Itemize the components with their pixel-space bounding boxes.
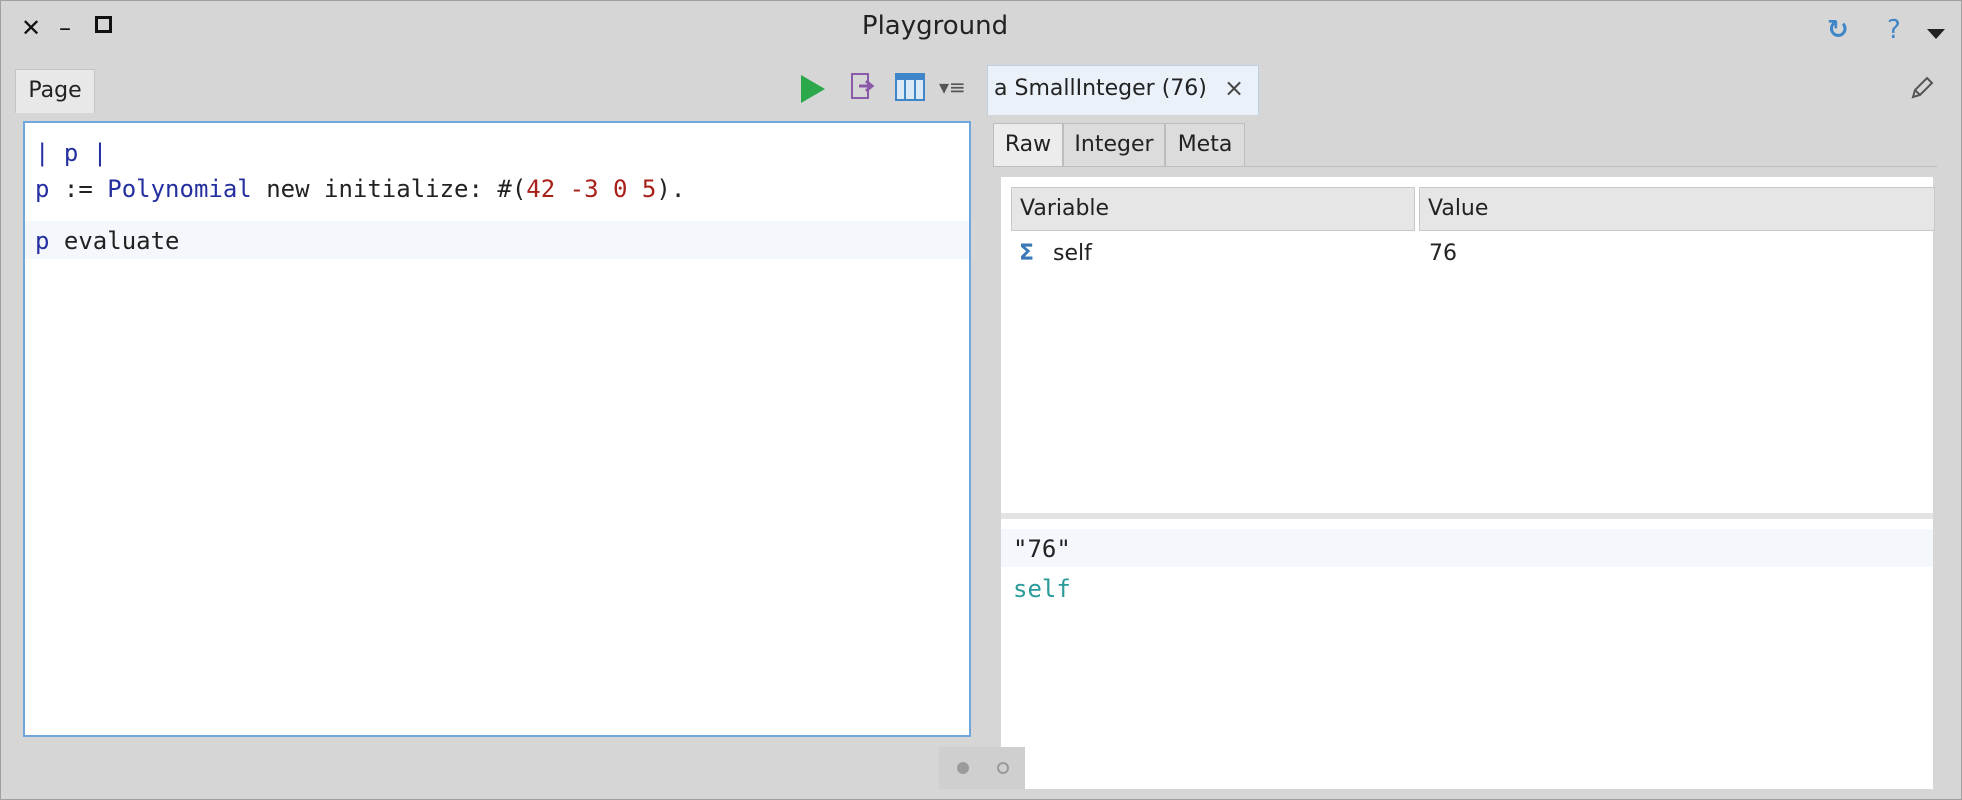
do-it-and-go-icon[interactable] <box>801 75 825 103</box>
help-icon[interactable]: ? <box>1887 15 1901 45</box>
pencil-icon[interactable] <box>1909 75 1935 101</box>
sync-icon[interactable]: ↻ <box>1827 15 1849 45</box>
playground-page-pane: Page ▾≡ | p | p := Polynomial new initia… <box>15 65 977 745</box>
column-header-value[interactable]: Value <box>1419 187 1935 231</box>
code-line-evaluate: p evaluate <box>35 227 180 255</box>
code-token-class: Polynomial <box>107 175 252 203</box>
code-token-assign: := <box>49 175 108 203</box>
code-editor[interactable]: | p | p := Polynomial new initialize: #(… <box>23 121 971 737</box>
code-line-temporaries: | p | <box>35 139 108 167</box>
code-token-number: 0 <box>598 175 628 203</box>
code-token-end: ). <box>656 175 686 203</box>
window-title: Playground <box>861 11 1009 41</box>
column-header-variable[interactable]: Variable <box>1011 187 1415 231</box>
code-line-assignment: p := Polynomial new initialize: #(42 -3 … <box>35 175 685 203</box>
inspector-evaluator[interactable]: "76" self <box>1001 519 1933 789</box>
variable-name-cell[interactable]: self <box>1053 241 1092 266</box>
playground-window: ✕ – Playground ↻ ? Page ▾≡ | p | p := Po… <box>0 0 1962 800</box>
close-icon[interactable]: × <box>1224 74 1244 102</box>
title-bar: ✕ – Playground ↻ ? <box>1 1 1961 57</box>
tab-inspector-result[interactable]: a SmallInteger (76) × <box>987 65 1259 115</box>
inspect-it-icon[interactable] <box>895 73 925 101</box>
evaluator-comment-line: "76" <box>1013 535 1071 563</box>
tabs-divider <box>993 166 1937 167</box>
tab-raw[interactable]: Raw <box>993 123 1063 167</box>
page-dot-inactive[interactable] <box>997 762 1009 774</box>
variable-value-cell[interactable]: 76 <box>1429 241 1457 266</box>
print-it-icon[interactable] <box>851 73 875 101</box>
tab-meta[interactable]: Meta <box>1165 123 1245 167</box>
current-line-highlight <box>1001 529 1933 567</box>
inspector-pane: a SmallInteger (76) × Raw Integer Meta V… <box>987 65 1947 789</box>
page-dot-active[interactable] <box>957 762 969 774</box>
code-token-number: 42 <box>526 175 556 203</box>
code-token-number: -3 <box>555 175 599 203</box>
variables-table: Variable Value Σ self 76 <box>1001 177 1935 513</box>
evaluator-self-line: self <box>1013 575 1071 603</box>
code-token-message: new initialize: #( <box>251 175 527 203</box>
inspector-tab-label: a SmallInteger (76) <box>994 76 1207 101</box>
code-token-message: evaluate <box>49 227 180 255</box>
code-token-var: p <box>35 227 50 255</box>
sigma-icon: Σ <box>1019 241 1035 266</box>
window-menu-icon[interactable] <box>1927 29 1945 39</box>
page-indicator <box>939 747 1025 789</box>
bindings-menu-icon[interactable]: ▾≡ <box>939 75 966 99</box>
tab-page[interactable]: Page <box>15 69 95 113</box>
tab-integer[interactable]: Integer <box>1063 123 1165 167</box>
code-token-var: p <box>35 175 50 203</box>
code-token-number: 5 <box>627 175 657 203</box>
